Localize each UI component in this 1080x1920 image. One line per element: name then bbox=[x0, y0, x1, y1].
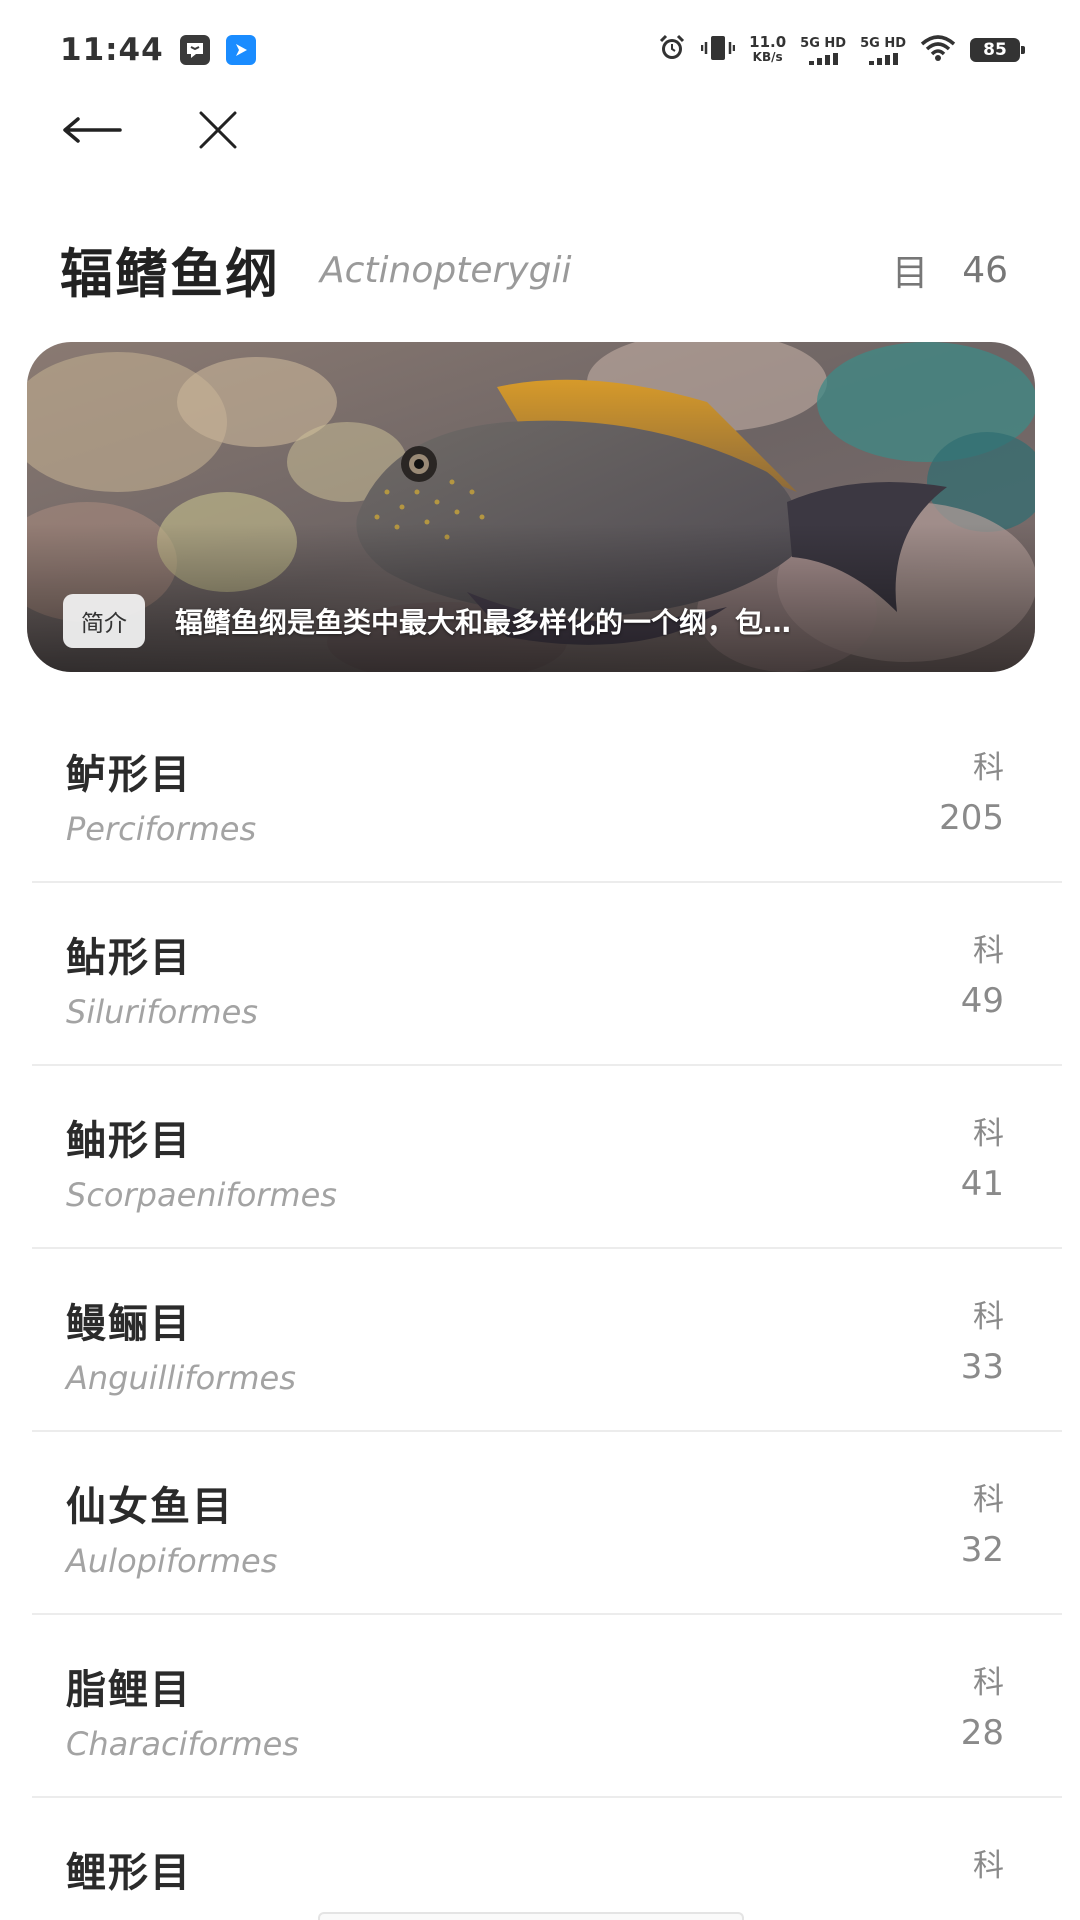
order-count-label: 目 bbox=[892, 253, 929, 294]
list-item[interactable]: 鲇形目 Siluriformes 科 49 bbox=[32, 883, 1062, 1066]
family-count-value: 32 bbox=[960, 1530, 1004, 1570]
order-name: 鲤形目 bbox=[66, 1850, 192, 1896]
status-bar-left: 11:44 bbox=[60, 32, 256, 68]
family-count-value: 41 bbox=[960, 1164, 1004, 1204]
order-name: 鲉形目 bbox=[66, 1118, 192, 1164]
order-latin-name: Scorpaeniformes bbox=[66, 1176, 337, 1214]
family-count-label: 科 bbox=[973, 1848, 1004, 1884]
intro-banner[interactable]: 简介 辐鳍鱼纲是鱼类中最大和最多样化的一个纲，包… bbox=[27, 342, 1035, 672]
order-list: 鲈形目 Perciformes 科 205 鲇形目 Siluriformes 科… bbox=[32, 700, 1062, 1920]
list-item[interactable]: 鲈形目 Perciformes 科 205 bbox=[32, 700, 1062, 883]
class-header: 辐鳍鱼纲 Actinopterygii 目 46 bbox=[60, 230, 1008, 310]
list-item[interactable]: 脂鲤目 Characiformes 科 28 bbox=[32, 1615, 1062, 1798]
sim2-label: 5G HD bbox=[860, 35, 906, 51]
family-count-label: 科 bbox=[973, 1482, 1004, 1518]
list-item[interactable]: 鲉形目 Scorpaeniformes 科 41 bbox=[32, 1066, 1062, 1249]
order-latin-name: Anguilliformes bbox=[66, 1359, 296, 1397]
sim2-signal: 5G HD bbox=[860, 36, 906, 65]
close-icon bbox=[199, 111, 237, 149]
order-latin-name: Characiformes bbox=[66, 1725, 300, 1763]
order-name: 仙女鱼目 bbox=[66, 1484, 234, 1530]
order-name: 鲈形目 bbox=[66, 752, 192, 798]
signal-bars-icon bbox=[868, 52, 898, 65]
family-count-label: 科 bbox=[973, 1299, 1004, 1335]
navigation-app-icon bbox=[225, 35, 256, 65]
network-speed-value: 11.0 bbox=[749, 33, 787, 51]
order-latin-name: Siluriformes bbox=[66, 993, 258, 1031]
vibrate-icon bbox=[700, 33, 736, 67]
close-button[interactable] bbox=[186, 98, 250, 162]
network-speed-unit: KB/s bbox=[752, 50, 783, 64]
order-name: 鲇形目 bbox=[66, 935, 192, 981]
order-latin-name: Aulopiformes bbox=[66, 1542, 278, 1580]
signal-bars-icon bbox=[808, 52, 838, 65]
home-indicator[interactable] bbox=[318, 1912, 744, 1920]
family-count-value: 205 bbox=[939, 798, 1004, 838]
status-time: 11:44 bbox=[60, 32, 164, 68]
order-name: 鳗鲡目 bbox=[66, 1301, 192, 1347]
page-latin-name: Actinopterygii bbox=[320, 249, 572, 291]
arrow-left-icon bbox=[63, 117, 122, 143]
back-button[interactable] bbox=[60, 98, 124, 162]
sim1-label: 5G HD bbox=[800, 35, 847, 51]
wifi-icon bbox=[920, 34, 956, 66]
family-count-value: 33 bbox=[960, 1347, 1004, 1387]
family-count-label: 科 bbox=[973, 933, 1004, 969]
status-bar-right: 11.0 KB/s 5G HD 5G HD 85 bbox=[657, 33, 1025, 67]
intro-badge: 简介 bbox=[63, 594, 145, 648]
screen: 11:44 11.0 KB/s 5G HD 5G HD 85 辐鳍鱼纲 Acti… bbox=[0, 0, 1080, 1920]
family-count-label: 科 bbox=[973, 750, 1004, 786]
status-bar: 11:44 11.0 KB/s 5G HD 5G HD 85 bbox=[0, 0, 1080, 100]
family-count-label: 科 bbox=[973, 1665, 1004, 1701]
order-latin-name: Perciformes bbox=[66, 810, 257, 848]
order-count-value: 46 bbox=[962, 249, 1008, 291]
family-count-value: 49 bbox=[960, 981, 1004, 1021]
order-count: 目 46 bbox=[892, 244, 1008, 296]
list-item[interactable]: 仙女鱼目 Aulopiformes 科 32 bbox=[32, 1432, 1062, 1615]
sim1-signal: 5G HD bbox=[800, 36, 846, 65]
network-speed: 11.0 KB/s bbox=[749, 35, 786, 65]
intro-text: 辐鳍鱼纲是鱼类中最大和最多样化的一个纲，包… bbox=[175, 606, 792, 639]
banner-caption: 简介 辐鳍鱼纲是鱼类中最大和最多样化的一个纲，包… bbox=[63, 594, 979, 648]
battery-icon: 85 bbox=[970, 38, 1025, 62]
list-item[interactable]: 鲤形目 科 bbox=[32, 1798, 1062, 1920]
list-item[interactable]: 鳗鲡目 Anguilliformes 科 33 bbox=[32, 1249, 1062, 1432]
family-count-value: 28 bbox=[960, 1713, 1004, 1753]
family-count-label: 科 bbox=[973, 1116, 1004, 1152]
top-nav bbox=[60, 98, 250, 162]
alarm-icon bbox=[657, 33, 687, 67]
page-title: 辐鳍鱼纲 bbox=[60, 244, 280, 305]
order-name: 脂鲤目 bbox=[66, 1667, 192, 1713]
message-app-icon bbox=[179, 35, 210, 65]
